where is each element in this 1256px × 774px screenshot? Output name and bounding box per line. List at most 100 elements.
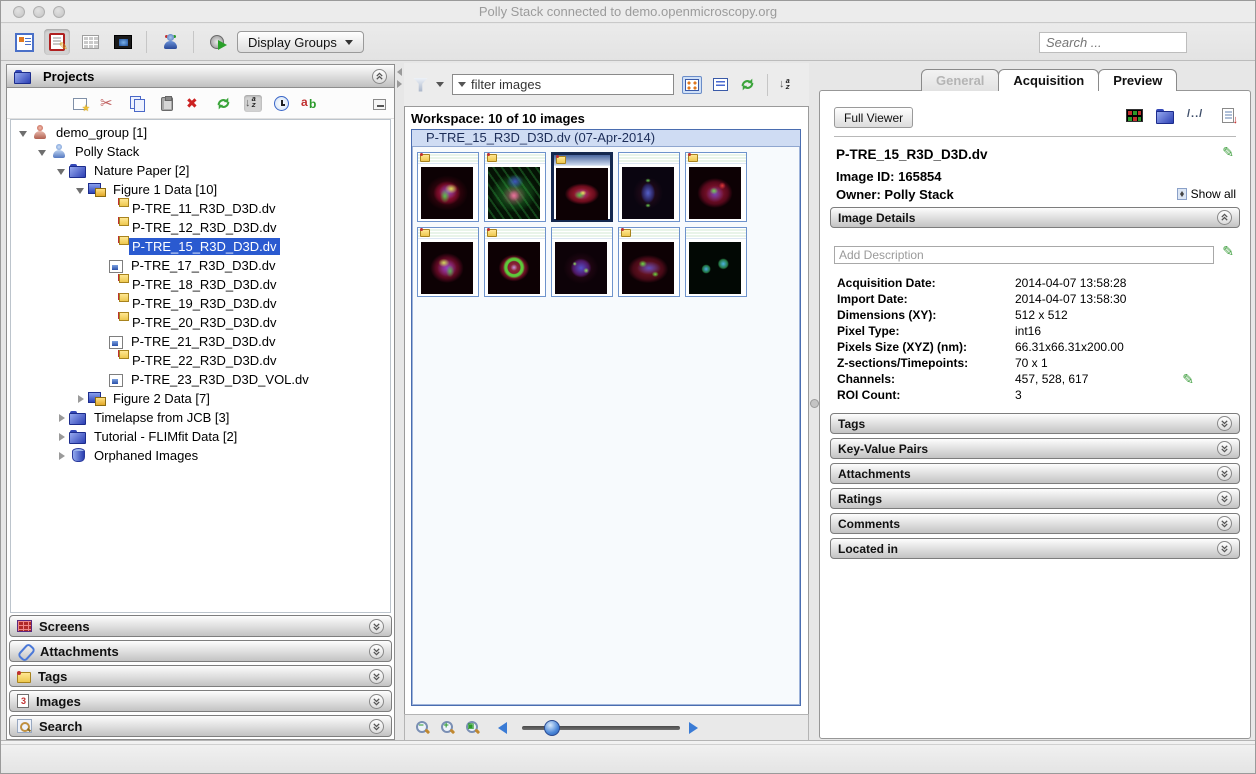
expand-section-button[interactable] [1217, 466, 1232, 481]
filter-images-input[interactable] [471, 77, 668, 92]
metadata-tab[interactable]: Preview [1098, 69, 1178, 91]
filter-menu-chevron-icon[interactable] [436, 82, 444, 87]
tree-row[interactable]: Timelapse from JCB [3] [11, 408, 390, 427]
tree-expander[interactable] [55, 430, 69, 444]
tree-expander[interactable] [93, 354, 107, 368]
tree-expander[interactable] [55, 449, 69, 463]
filter-combo[interactable] [452, 74, 674, 95]
show-all-control[interactable]: Show all [1176, 187, 1236, 201]
refresh-thumbnails-button[interactable] [739, 76, 756, 93]
tree-expander[interactable] [55, 411, 69, 425]
download-icon[interactable] [1222, 108, 1238, 126]
expand-section-button[interactable] [369, 643, 384, 659]
collapse-all-button[interactable] [373, 99, 386, 110]
screen-view-button[interactable] [110, 29, 136, 55]
expand-section-button[interactable] [1217, 541, 1232, 556]
tree-expander[interactable] [55, 164, 69, 178]
sort-by-name-button[interactable] [301, 95, 319, 112]
zoom-in-icon[interactable]: + [440, 720, 456, 736]
tree-row[interactable]: Figure 1 Data [10] [11, 180, 390, 199]
tree-row[interactable]: Tutorial - FLIMfit Data [2] [11, 427, 390, 446]
tree-expander[interactable] [93, 221, 107, 235]
move-to-folder-icon[interactable] [1156, 108, 1174, 124]
tree-expander[interactable] [93, 335, 107, 349]
expand-section-button[interactable] [369, 693, 384, 709]
tree-row[interactable]: Orphaned Images [11, 446, 390, 465]
metadata-section-header[interactable]: Tags [830, 413, 1240, 434]
tree-row[interactable]: demo_group [1] [11, 123, 390, 142]
accordion-section-header[interactable]: Search [9, 715, 392, 737]
copy-button[interactable] [129, 95, 147, 112]
tree-expander[interactable] [93, 278, 107, 292]
sort-alpha-button[interactable]: ↓ a z [244, 94, 262, 112]
thumbnail-cell[interactable] [685, 227, 747, 297]
analyse-icon[interactable]: /../ [1187, 108, 1209, 123]
importer-button[interactable] [204, 29, 230, 55]
tree-expander[interactable] [93, 202, 107, 216]
expand-section-button[interactable] [369, 668, 384, 684]
tree-row[interactable]: P-TRE_22_R3D_D3D.dv [11, 350, 390, 370]
zoom-fit-icon[interactable]: ▣ [465, 720, 481, 736]
paste-button[interactable] [161, 95, 173, 111]
add-description-input[interactable] [834, 246, 1214, 264]
global-search-input[interactable] [1039, 32, 1187, 53]
accordion-section-header[interactable]: Images [9, 690, 392, 712]
grid-view-button[interactable] [77, 29, 103, 55]
thumbnail-view-button[interactable] [682, 75, 702, 94]
thumbnail-cell[interactable] [618, 227, 680, 297]
collapse-panel-button[interactable] [372, 68, 387, 84]
metadata-tab[interactable]: General [921, 69, 1000, 91]
new-container-button[interactable] [73, 98, 90, 114]
thumbnail-cell[interactable] [618, 152, 680, 222]
right-splitter[interactable] [809, 63, 819, 741]
expand-section-button[interactable] [1217, 516, 1232, 531]
user-button[interactable] [157, 29, 183, 55]
thumbnail-cell[interactable] [551, 227, 613, 297]
tree-row[interactable]: P-TRE_15_R3D_D3D.dv [11, 236, 390, 256]
tree-expander[interactable] [36, 145, 50, 159]
metadata-section-header[interactable]: Key-Value Pairs [830, 438, 1240, 459]
left-splitter[interactable] [395, 64, 404, 740]
tree-row[interactable]: P-TRE_23_R3D_D3D_VOL.dv [11, 370, 390, 389]
refresh-button[interactable] [215, 95, 232, 112]
delete-button[interactable] [185, 95, 203, 112]
tree-expander[interactable] [74, 392, 88, 406]
full-viewer-button[interactable]: Full Viewer [834, 107, 914, 128]
expand-section-button[interactable] [1217, 491, 1232, 506]
editor-view-button[interactable] [44, 29, 70, 55]
thumbnail-cell[interactable] [484, 152, 546, 222]
slider-left-arrow[interactable] [498, 721, 507, 734]
slider-knob[interactable] [544, 719, 560, 736]
tree-expander[interactable] [74, 183, 88, 197]
tree-row[interactable]: Polly Stack [11, 142, 390, 161]
tree-expander[interactable] [93, 373, 107, 387]
display-groups-button[interactable]: Display Groups [237, 31, 364, 53]
metadata-section-header[interactable]: Comments [830, 513, 1240, 534]
slider-right-arrow[interactable] [689, 721, 698, 734]
thumbnail-cell[interactable] [417, 227, 479, 297]
tree-row[interactable]: P-TRE_12_R3D_D3D.dv [11, 217, 390, 237]
expand-section-button[interactable] [1217, 441, 1232, 456]
list-view-button[interactable] [710, 75, 731, 94]
accordion-section-header[interactable]: Screens [9, 615, 392, 637]
tree-expander[interactable] [93, 297, 107, 311]
metadata-tab[interactable]: Acquisition [998, 69, 1100, 91]
thumbnail-cell[interactable] [685, 152, 747, 222]
tree-row[interactable]: P-TRE_18_R3D_D3D.dv [11, 274, 390, 294]
split-channels-icon[interactable] [1126, 109, 1143, 122]
tree-row[interactable]: Figure 2 Data [7] [11, 389, 390, 408]
edit-channels-pencil-icon[interactable]: ✎ [1182, 372, 1194, 386]
sort-by-date-button[interactable] [274, 96, 289, 111]
browser-view-button[interactable] [11, 29, 37, 55]
dataset-frame-title[interactable]: P-TRE_15_R3D_D3D.dv (07-Apr-2014) [412, 130, 800, 147]
accordion-section-header[interactable]: Tags [9, 665, 392, 687]
collapse-details-button[interactable] [1217, 210, 1232, 225]
magnification-slider[interactable] [522, 719, 680, 736]
metadata-section-header[interactable]: Located in [830, 538, 1240, 559]
metadata-section-header[interactable]: Ratings [830, 488, 1240, 509]
tree-expander[interactable] [93, 259, 107, 273]
thumbnail-cell[interactable] [417, 152, 479, 222]
cut-button[interactable] [99, 94, 117, 112]
tree-row[interactable]: P-TRE_11_R3D_D3D.dv [11, 198, 390, 218]
metadata-section-header[interactable]: Attachments [830, 463, 1240, 484]
